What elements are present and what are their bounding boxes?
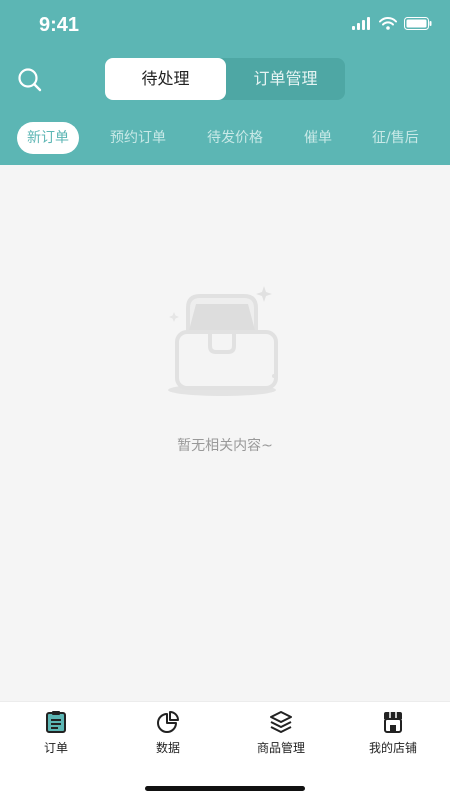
search-icon [18, 68, 42, 92]
search-button[interactable] [17, 67, 43, 93]
layers-icon [270, 711, 292, 733]
home-indicator [145, 786, 305, 791]
order-tabs: 新订单 预约订单 待发价格 催单 征/售后 [0, 122, 450, 154]
pie-chart-icon [157, 711, 179, 733]
signal-icon [352, 17, 370, 30]
tab-new-orders[interactable]: 新订单 [17, 122, 79, 154]
status-time: 9:41 [39, 14, 80, 36]
tab-after-sales[interactable]: 征/售后 [372, 122, 419, 154]
tabbar-label: 数据 [155, 741, 180, 755]
tab-reserved-orders[interactable]: 预约订单 [110, 122, 166, 154]
header: 9:41 待处理 订单管理 新订单 预约订单 待发价格 催单 征/售后 [0, 0, 450, 165]
order-clipboard-icon [46, 711, 66, 733]
tabbar-label: 商品管理 [256, 741, 305, 755]
tab-reminders[interactable]: 催单 [304, 122, 332, 154]
empty-message: 暂无相关内容~ [177, 438, 273, 454]
status-icons [352, 17, 432, 30]
tabbar-item-data[interactable]: 数据 [112, 710, 224, 756]
tab-pending-price[interactable]: 待发价格 [207, 122, 263, 154]
segment-control: 待处理 订单管理 [105, 58, 345, 100]
tabbar-item-products[interactable]: 商品管理 [225, 710, 337, 756]
tabbar-label: 我的店铺 [368, 741, 417, 755]
status-bar: 9:41 [0, 0, 450, 52]
store-icon [384, 712, 402, 733]
wifi-icon [379, 17, 397, 30]
battery-icon [404, 17, 432, 30]
segment-pending[interactable]: 待处理 [105, 58, 226, 100]
empty-box-icon [168, 286, 278, 396]
tabbar-label: 订单 [43, 741, 68, 755]
tabbar-item-orders[interactable]: 订单 [0, 710, 112, 756]
tabbar-item-my-store[interactable]: 我的店铺 [337, 710, 449, 756]
segment-order-management[interactable]: 订单管理 [226, 58, 345, 100]
